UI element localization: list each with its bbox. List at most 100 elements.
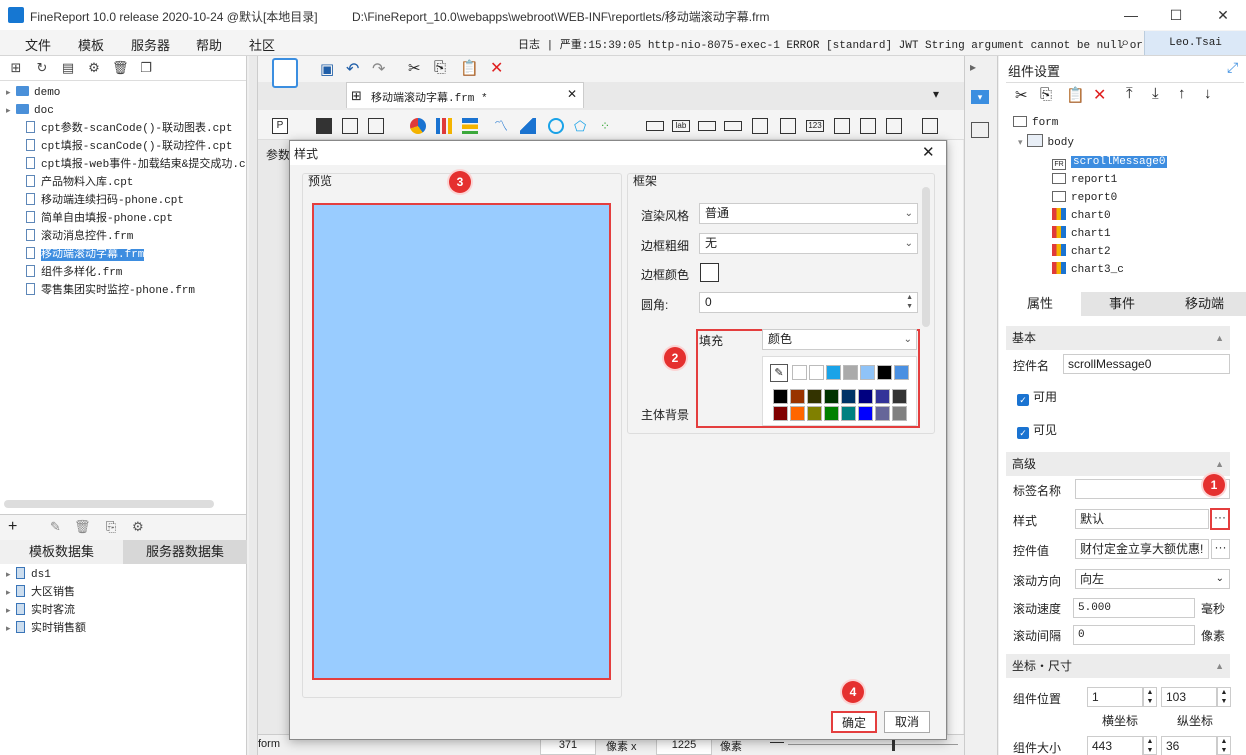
style-more-button[interactable]: ··· [1210, 508, 1230, 530]
color-swatch[interactable] [824, 406, 839, 421]
layout-icon[interactable] [316, 118, 332, 134]
tree-file-selected[interactable]: 移动端滚动字幕.frm [26, 245, 145, 263]
menu-file[interactable]: 文件 [25, 35, 51, 54]
vertical-scrollbar[interactable] [947, 140, 963, 734]
edit-icon[interactable]: ✎ [50, 519, 61, 535]
dataset-item[interactable]: ▸ 大区销售 [6, 583, 75, 601]
paste-icon[interactable]: 📋 [460, 59, 479, 77]
add-dataset-icon[interactable]: + [8, 518, 17, 536]
absolute-layout-icon[interactable] [342, 118, 358, 134]
move-down-icon[interactable]: ↓ [1204, 85, 1212, 102]
copy-icon[interactable]: ⎘ [434, 59, 446, 76]
color-swatch[interactable] [824, 389, 839, 404]
tree-item-selected[interactable]: FR scrollMessage0 [1052, 152, 1168, 170]
menu-help[interactable]: 帮助 [196, 35, 222, 54]
color-swatch[interactable] [860, 365, 875, 380]
color-swatch[interactable] [841, 406, 856, 421]
radius-input[interactable]: 0 ▲ ▼ [699, 292, 918, 313]
tree-item[interactable]: report1 [1052, 170, 1117, 188]
line-chart-icon[interactable]: 〽 [494, 118, 510, 134]
color-swatch[interactable] [894, 365, 909, 380]
color-swatch[interactable] [892, 406, 907, 421]
position-y-input[interactable]: 103 [1161, 687, 1217, 707]
save-icon[interactable]: ▣ [320, 60, 334, 78]
menu-template[interactable]: 模板 [78, 35, 104, 54]
color-swatch[interactable] [807, 389, 822, 404]
dropdown-widget-icon[interactable] [724, 121, 742, 131]
color-swatch[interactable] [843, 365, 858, 380]
undo-icon[interactable]: ↶ [346, 59, 359, 79]
tree-folder[interactable]: ▸ demo [6, 83, 60, 101]
tree-item[interactable]: chart1 [1052, 224, 1111, 242]
search-icon[interactable]: ⌕ [1121, 34, 1129, 51]
visible-checkbox[interactable]: ✓ 可见 [1017, 421, 1057, 439]
tree-item[interactable]: chart2 [1052, 242, 1111, 260]
eyedropper-icon[interactable]: ✎ [770, 364, 788, 382]
enabled-checkbox[interactable]: ✓ 可用 [1017, 388, 1057, 406]
search-widget-icon[interactable] [922, 118, 938, 134]
tree-file[interactable]: 零售集团实时监控-phone.frm [26, 281, 195, 299]
color-swatch[interactable] [790, 406, 805, 421]
dataset-item[interactable]: ▸ ds1 [6, 565, 51, 583]
collapse-icon[interactable]: ❐ [138, 60, 154, 76]
scatter-icon[interactable]: ⁘ [600, 118, 616, 134]
document-tab[interactable]: ⊞ 移动端滚动字幕.frm * ✕ [346, 82, 584, 108]
text-widget-icon[interactable] [698, 121, 716, 131]
delete-dataset-icon[interactable]: 🗑 [74, 519, 91, 535]
size-width-input[interactable]: 443 [1087, 736, 1143, 755]
position-y-stepper[interactable]: ▲ ▼ [1217, 687, 1231, 707]
paste-icon[interactable]: 📋 [1066, 86, 1085, 104]
redo-icon[interactable]: ↷ [372, 59, 385, 79]
menu-server[interactable]: 服务器 [131, 35, 170, 54]
maximize-button[interactable]: ☐ [1161, 4, 1191, 26]
color-swatch[interactable] [892, 389, 907, 404]
minimize-button[interactable]: — [1116, 4, 1146, 26]
move-up-icon[interactable]: ↑ [1178, 85, 1186, 102]
tree-file[interactable]: 滚动消息控件.frm [26, 227, 133, 245]
close-window-button[interactable]: ✕ [1208, 4, 1238, 26]
color-swatch[interactable] [875, 406, 890, 421]
dataset-settings-icon[interactable]: ⚙ [132, 519, 144, 535]
cancel-button[interactable]: 取消 [884, 711, 930, 733]
tab-list-icon[interactable]: ▾ [933, 87, 939, 101]
form-tab[interactable]: form [258, 738, 280, 750]
cut-icon[interactable]: ✂ [408, 59, 421, 77]
preview-icon[interactable]: ⎘ [106, 519, 116, 535]
render-style-select[interactable]: 普通 ⌄ [699, 203, 918, 224]
button-widget-icon[interactable] [646, 121, 664, 131]
interval-input[interactable]: 0 [1073, 625, 1195, 645]
tree-file[interactable]: cpt填报-web事件-加载结束&提交成功.c [26, 155, 246, 173]
size-width-stepper[interactable]: ▲ ▼ [1143, 736, 1157, 755]
value-more-button[interactable]: ··· [1211, 539, 1230, 559]
color-swatch[interactable] [792, 365, 807, 380]
label-widget-icon[interactable]: lab [672, 120, 690, 132]
zoom-slider[interactable] [788, 744, 958, 745]
delete-icon[interactable]: 🗑 [112, 60, 129, 76]
collapse-arrow-icon[interactable]: ▸ [970, 60, 976, 74]
tree-file[interactable]: 组件多样化.frm [26, 263, 122, 281]
tab-server-datasets[interactable]: 服务器数据集 [123, 540, 247, 564]
color-swatch[interactable] [809, 365, 824, 380]
color-swatch[interactable] [875, 389, 890, 404]
tree-item[interactable]: chart3_c [1052, 260, 1124, 278]
color-swatch[interactable] [858, 406, 873, 421]
section-advanced[interactable]: 高级 ▲ [1006, 452, 1230, 476]
size-height-stepper[interactable]: ▲ ▼ [1217, 736, 1231, 755]
position-x-stepper[interactable]: ▲ ▼ [1143, 687, 1157, 707]
tab-mobile[interactable]: 移动端 [1163, 292, 1246, 316]
tree-file[interactable]: 产品物料入库.cpt [26, 173, 133, 191]
tab-template-datasets[interactable]: 模板数据集 [0, 540, 123, 564]
log-message[interactable]: 日志 | 严重:15:39:05 http-nio-8075-exec-1 ER… [518, 36, 1169, 52]
color-swatch[interactable] [841, 389, 856, 404]
color-swatch[interactable] [826, 365, 841, 380]
area-chart-icon[interactable] [520, 118, 536, 134]
cut-icon[interactable]: ✂ [1015, 86, 1028, 104]
date-widget-icon[interactable] [780, 118, 796, 134]
color-swatch[interactable] [773, 406, 788, 421]
param-icon[interactable]: P [272, 118, 288, 134]
open-template-icon[interactable]: ▤ [60, 60, 76, 76]
move-top-icon[interactable]: ⤒ [1126, 85, 1133, 102]
menu-community[interactable]: 社区 [249, 35, 275, 54]
copy-icon[interactable]: ⎘ [1040, 86, 1052, 103]
dataset-item[interactable]: ▸ 实时销售额 [6, 619, 86, 637]
